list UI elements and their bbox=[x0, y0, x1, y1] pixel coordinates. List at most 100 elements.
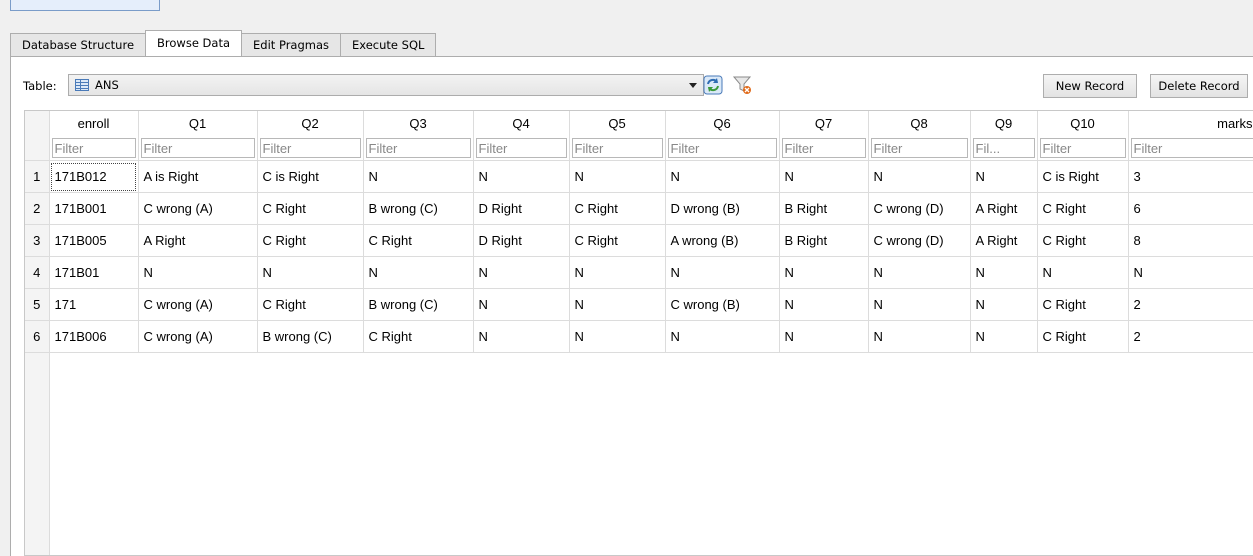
table-cell[interactable]: C is Right bbox=[257, 160, 364, 193]
table-cell[interactable]: 171B012 bbox=[49, 160, 139, 193]
table-cell[interactable]: N bbox=[473, 256, 570, 289]
filter-input[interactable] bbox=[259, 138, 361, 158]
table-cell[interactable]: A Right bbox=[138, 224, 258, 257]
table-cell[interactable]: N bbox=[970, 288, 1038, 321]
table-cell[interactable]: N bbox=[779, 256, 869, 289]
table-row[interactable]: 5 171 C wrong (A) C Right B wrong (C) N … bbox=[25, 288, 1253, 321]
row-number[interactable]: 5 bbox=[25, 288, 50, 321]
tab-database-structure[interactable]: Database Structure bbox=[10, 33, 147, 56]
table-cell[interactable]: N bbox=[970, 256, 1038, 289]
table-cell[interactable]: A wrong (B) bbox=[665, 224, 780, 257]
table-cell[interactable]: B wrong (C) bbox=[363, 192, 474, 225]
table-row[interactable]: 2 171B001 C wrong (A) C Right B wrong (C… bbox=[25, 192, 1253, 225]
table-cell[interactable]: N bbox=[665, 256, 780, 289]
table-cell[interactable]: N bbox=[363, 256, 474, 289]
column-header[interactable]: Q7 bbox=[779, 111, 869, 136]
table-cell[interactable]: N bbox=[970, 320, 1038, 353]
table-cell[interactable]: A is Right bbox=[138, 160, 258, 193]
table-cell[interactable]: D wrong (B) bbox=[665, 192, 780, 225]
table-cell[interactable]: N bbox=[665, 320, 780, 353]
table-cell[interactable]: C Right bbox=[363, 320, 474, 353]
table-cell[interactable]: N bbox=[569, 160, 666, 193]
table-row[interactable]: 1 171B012 A is Right C is Right N N N N … bbox=[25, 160, 1253, 193]
data-grid[interactable]: enroll Q1 Q2 Q3 Q4 Q5 Q6 Q7 Q8 Q9 Q10 ma… bbox=[24, 110, 1253, 556]
table-cell[interactable]: C wrong (A) bbox=[138, 192, 258, 225]
table-cell[interactable]: N bbox=[868, 320, 971, 353]
filter-input[interactable] bbox=[140, 138, 255, 158]
filter-input[interactable] bbox=[365, 138, 471, 158]
filter-input[interactable] bbox=[781, 138, 866, 158]
table-cell[interactable]: C Right bbox=[1037, 224, 1129, 257]
table-cell[interactable]: N bbox=[257, 256, 364, 289]
filter-input[interactable] bbox=[1130, 138, 1253, 158]
table-cell[interactable]: 3 bbox=[1128, 160, 1253, 193]
table-cell[interactable]: 2 bbox=[1128, 288, 1253, 321]
column-header[interactable]: marks bbox=[1128, 111, 1253, 136]
column-header[interactable]: Q10 bbox=[1037, 111, 1129, 136]
table-cell[interactable]: N bbox=[363, 160, 474, 193]
table-row[interactable]: 6 171B006 C wrong (A) B wrong (C) C Righ… bbox=[25, 320, 1253, 353]
table-cell[interactable]: D Right bbox=[473, 192, 570, 225]
column-header[interactable]: Q1 bbox=[138, 111, 258, 136]
table-cell[interactable]: A Right bbox=[970, 192, 1038, 225]
table-cell[interactable]: C Right bbox=[257, 288, 364, 321]
tab-browse-data[interactable]: Browse Data bbox=[145, 30, 243, 56]
table-cell[interactable]: B Right bbox=[779, 192, 869, 225]
table-cell[interactable]: N bbox=[868, 160, 971, 193]
table-cell[interactable]: C Right bbox=[257, 224, 364, 257]
table-cell[interactable]: D Right bbox=[473, 224, 570, 257]
table-cell[interactable]: N bbox=[569, 320, 666, 353]
new-record-button[interactable]: New Record bbox=[1043, 74, 1137, 98]
row-number[interactable]: 6 bbox=[25, 320, 50, 353]
row-number[interactable]: 4 bbox=[25, 256, 50, 289]
column-header[interactable]: Q6 bbox=[665, 111, 780, 136]
table-cell[interactable]: N bbox=[665, 160, 780, 193]
tab-edit-pragmas[interactable]: Edit Pragmas bbox=[241, 33, 342, 56]
refresh-button[interactable] bbox=[699, 71, 725, 97]
table-cell[interactable]: N bbox=[569, 256, 666, 289]
table-cell[interactable]: N bbox=[569, 288, 666, 321]
table-cell[interactable]: 171B001 bbox=[49, 192, 139, 225]
table-cell[interactable]: 171B006 bbox=[49, 320, 139, 353]
table-cell[interactable]: N bbox=[473, 288, 570, 321]
table-cell[interactable]: 2 bbox=[1128, 320, 1253, 353]
table-cell[interactable]: N bbox=[1128, 256, 1253, 289]
column-header[interactable]: Q4 bbox=[473, 111, 570, 136]
column-header[interactable]: enroll bbox=[49, 111, 139, 136]
table-cell[interactable]: 171B005 bbox=[49, 224, 139, 257]
table-cell[interactable]: C Right bbox=[1037, 192, 1129, 225]
table-cell[interactable]: N bbox=[779, 160, 869, 193]
table-cell[interactable]: N bbox=[473, 320, 570, 353]
table-cell[interactable]: 171B01 bbox=[49, 256, 139, 289]
table-cell[interactable]: C Right bbox=[363, 224, 474, 257]
table-cell[interactable]: C wrong (B) bbox=[665, 288, 780, 321]
filter-input[interactable] bbox=[667, 138, 777, 158]
column-header[interactable]: Q9 bbox=[970, 111, 1038, 136]
column-header[interactable]: Q5 bbox=[569, 111, 666, 136]
delete-record-button[interactable]: Delete Record bbox=[1150, 74, 1248, 98]
filter-input[interactable] bbox=[51, 138, 136, 158]
table-cell[interactable]: C Right bbox=[569, 192, 666, 225]
table-cell[interactable]: N bbox=[1037, 256, 1129, 289]
table-cell[interactable]: N bbox=[779, 320, 869, 353]
filter-input[interactable] bbox=[475, 138, 567, 158]
table-cell[interactable]: B Right bbox=[779, 224, 869, 257]
clear-filters-button[interactable] bbox=[728, 71, 754, 97]
row-number[interactable]: 3 bbox=[25, 224, 50, 257]
table-cell[interactable]: N bbox=[138, 256, 258, 289]
table-cell[interactable]: C is Right bbox=[1037, 160, 1129, 193]
filter-input[interactable] bbox=[972, 138, 1035, 158]
column-header[interactable]: Q8 bbox=[868, 111, 971, 136]
table-cell[interactable]: N bbox=[779, 288, 869, 321]
table-select[interactable]: ANS bbox=[68, 74, 704, 96]
table-cell[interactable]: 8 bbox=[1128, 224, 1253, 257]
table-cell[interactable]: C wrong (A) bbox=[138, 288, 258, 321]
table-cell[interactable]: C Right bbox=[1037, 320, 1129, 353]
table-cell[interactable]: C Right bbox=[569, 224, 666, 257]
filter-input[interactable] bbox=[870, 138, 968, 158]
tab-execute-sql[interactable]: Execute SQL bbox=[340, 33, 437, 56]
table-cell[interactable]: C wrong (A) bbox=[138, 320, 258, 353]
table-cell[interactable]: N bbox=[868, 256, 971, 289]
table-row[interactable]: 3 171B005 A Right C Right C Right D Righ… bbox=[25, 224, 1253, 257]
column-header[interactable]: Q3 bbox=[363, 111, 474, 136]
